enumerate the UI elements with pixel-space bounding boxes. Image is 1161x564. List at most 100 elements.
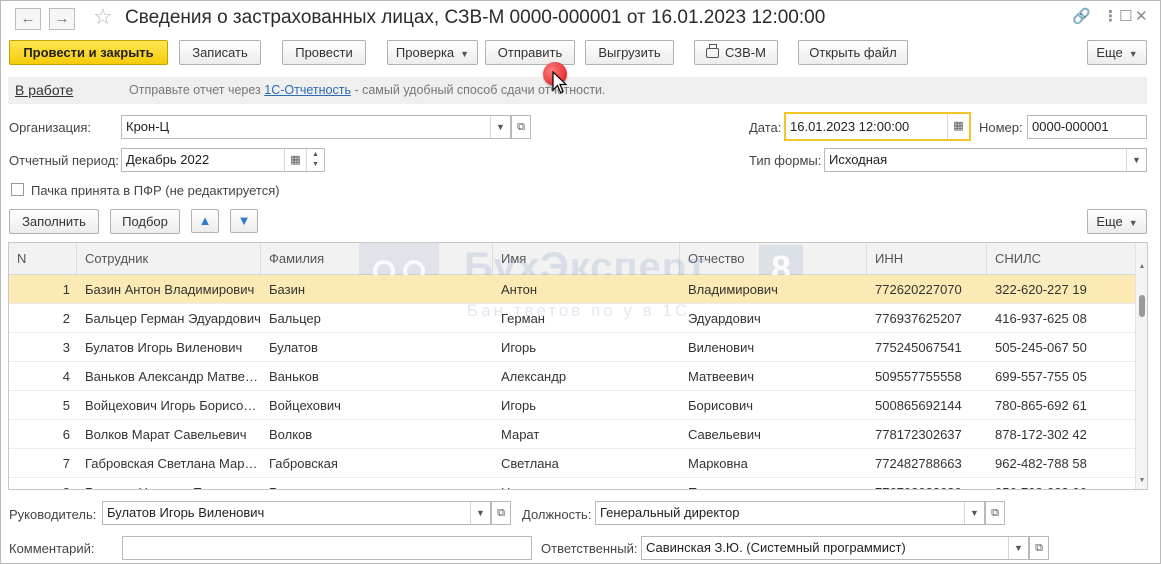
table-row[interactable]: 7 Габровская Светлана Марковна Габровская С… bbox=[9, 449, 1136, 478]
date-value: 16.01.2023 12:00:00 bbox=[790, 119, 910, 134]
open-responsible-icon[interactable]: ⧉ bbox=[1029, 536, 1049, 560]
cell-patronymic: Марковна bbox=[688, 456, 748, 471]
link-icon[interactable]: 🔗 bbox=[1072, 8, 1091, 26]
cell-employee: Базин Антон Владимирович bbox=[85, 282, 255, 297]
cell-employee: Войцехович Игорь Борисович bbox=[85, 398, 261, 413]
cell-n: 3 bbox=[62, 340, 70, 355]
open-file-button[interactable]: Открыть файл bbox=[798, 40, 908, 65]
open-head-icon[interactable]: ⧉ bbox=[491, 501, 511, 525]
more-menu-button[interactable]: Еще ▼ bbox=[1087, 40, 1147, 65]
form-type-value: Исходная bbox=[829, 152, 888, 167]
cell-employee: Бальцер Герман Эдуардович bbox=[85, 311, 261, 326]
back-button[interactable]: ← bbox=[15, 8, 41, 30]
date-field[interactable]: 16.01.2023 12:00:00 ▦ bbox=[784, 112, 971, 141]
move-up-button[interactable]: ▲ bbox=[191, 209, 219, 233]
cell-employee: Граница Наталья Петровна bbox=[77, 478, 261, 489]
table-row[interactable]: 8Граница Наталья ПетровнаГраницаНатальяП… bbox=[9, 478, 1136, 489]
organization-field[interactable]: Крон-Ц ▼ bbox=[121, 115, 511, 139]
check-menu-button[interactable]: Проверка ▼ bbox=[387, 40, 478, 65]
column-inn[interactable]: ИНН bbox=[867, 243, 987, 274]
select-button[interactable]: Подбор bbox=[110, 209, 180, 234]
table-row[interactable]: 2 Бальцер Герман Эдуардович Бальцер Герман Э… bbox=[9, 304, 1136, 333]
print-szvm-button[interactable]: СЗВ-М bbox=[694, 40, 778, 65]
number-field[interactable]: 0000-000001 bbox=[1027, 115, 1147, 139]
table-row[interactable]: 5 Войцехович Игорь Борисович Войцехович Иго… bbox=[9, 391, 1136, 420]
table-scrollbar[interactable]: ▲ ▼ bbox=[1135, 243, 1147, 489]
responsible-field[interactable]: Савинская З.Ю. (Системный программист) ▼ bbox=[641, 536, 1029, 560]
table-row[interactable]: 4 Ваньков Александр Матвеевич Ваньков Алекс… bbox=[9, 362, 1136, 391]
fill-button[interactable]: Заполнить bbox=[9, 209, 99, 234]
post-button[interactable]: Провести bbox=[282, 40, 366, 65]
reporting-link[interactable]: 1С-Отчетность bbox=[264, 83, 351, 97]
period-field[interactable]: Декабрь 2022 ▦ ▲ ▼ bbox=[121, 148, 325, 172]
move-down-button[interactable]: ▼ bbox=[230, 209, 258, 233]
open-position-icon[interactable]: ⧉ bbox=[985, 501, 1005, 525]
chevron-down-icon[interactable]: ▼ bbox=[1008, 537, 1028, 559]
position-value: Генеральный директор bbox=[600, 505, 740, 520]
cell-snils: 780-865-692 61 bbox=[995, 398, 1087, 413]
cell-inn: 772482788663 bbox=[875, 456, 962, 471]
comment-field[interactable] bbox=[122, 536, 532, 560]
accepted-checkbox[interactable] bbox=[11, 183, 24, 196]
date-label: Дата: bbox=[749, 120, 782, 135]
save-button[interactable]: Записать bbox=[179, 40, 261, 65]
post-and-close-button[interactable]: Провести и закрыть bbox=[9, 40, 168, 65]
responsible-value: Савинская З.Ю. (Системный программист) bbox=[646, 540, 906, 555]
chevron-down-icon[interactable]: ▼ bbox=[964, 502, 984, 524]
cell-lastname: Базин bbox=[269, 282, 306, 297]
send-button[interactable]: Отправить bbox=[485, 40, 575, 65]
cell-inn: 778172302637 bbox=[875, 427, 962, 442]
scroll-up-icon[interactable]: ▲ bbox=[1136, 261, 1147, 273]
form-type-select[interactable]: Исходная ▼ bbox=[824, 148, 1147, 172]
period-spinner[interactable]: ▲ ▼ bbox=[306, 149, 324, 171]
table-row[interactable]: 3 Булатов Игорь Виленович Булатов Игорь Виле… bbox=[9, 333, 1136, 362]
cell-firstname: Александр bbox=[501, 369, 567, 384]
column-snils[interactable]: СНИЛС bbox=[987, 243, 1136, 274]
more-menu-label: Еще bbox=[1096, 45, 1123, 60]
maximize-icon[interactable]: ☐ bbox=[1119, 8, 1132, 26]
cell-snils: 505-245-067 50 bbox=[995, 340, 1087, 355]
more-vertical-icon[interactable]: ⋮ bbox=[1103, 8, 1118, 26]
scroll-down-icon[interactable]: ▼ bbox=[1136, 475, 1147, 487]
cell-n: 8 bbox=[9, 478, 77, 489]
status-link[interactable]: В работе bbox=[15, 82, 73, 98]
arrow-up-icon: ▲ bbox=[198, 213, 212, 228]
cell-lastname: Булатов bbox=[269, 340, 318, 355]
calendar-icon[interactable]: ▦ bbox=[947, 114, 969, 139]
cell-patronymic: Виленович bbox=[688, 340, 755, 355]
spin-up-icon[interactable]: ▲ bbox=[312, 151, 319, 158]
export-button[interactable]: Выгрузить bbox=[585, 40, 674, 65]
column-employee[interactable]: Сотрудник bbox=[77, 243, 261, 274]
cell-patronymic: Матвеевич bbox=[688, 369, 755, 384]
cell-n: 2 bbox=[62, 311, 70, 326]
forward-button[interactable]: → bbox=[49, 8, 75, 30]
cell-snils: 962-482-788 58 bbox=[995, 456, 1087, 471]
open-organization-icon[interactable]: ⧉ bbox=[511, 115, 531, 139]
page-title: Сведения о застрахованных лицах, СЗВ-М 0… bbox=[125, 7, 826, 28]
scroll-thumb[interactable] bbox=[1139, 295, 1145, 317]
arrow-left-icon: ← bbox=[20, 10, 36, 27]
table-row[interactable]: 6 Волков Марат Савельевич Волков Марат Савел… bbox=[9, 420, 1136, 449]
spin-down-icon[interactable]: ▼ bbox=[312, 161, 319, 168]
chevron-down-icon[interactable]: ▼ bbox=[1126, 149, 1146, 171]
cell-patronymic: Петровна bbox=[680, 478, 867, 489]
calendar-icon[interactable]: ▦ bbox=[284, 149, 306, 171]
favorite-star-icon[interactable]: ☆ bbox=[93, 5, 113, 29]
cell-firstname: Марат bbox=[501, 427, 540, 442]
table-row[interactable]: 1 Базин Антон Владимирович Базин Антон Влади… bbox=[9, 275, 1136, 304]
period-value: Декабрь 2022 bbox=[126, 152, 210, 167]
chevron-down-icon[interactable]: ▼ bbox=[470, 502, 490, 524]
document-window: ← → ☆ Сведения о застрахованных лицах, С… bbox=[0, 0, 1161, 564]
table-more-button[interactable]: Еще ▼ bbox=[1087, 209, 1147, 234]
cell-n: 7 bbox=[62, 456, 70, 471]
position-field[interactable]: Генеральный директор ▼ bbox=[595, 501, 985, 525]
chevron-down-icon: ▼ bbox=[1128, 218, 1138, 228]
close-icon[interactable]: ✕ bbox=[1135, 8, 1148, 26]
column-n[interactable]: N bbox=[9, 243, 77, 274]
cell-snils: 878-172-302 42 bbox=[995, 427, 1087, 442]
cell-firstname: Светлана bbox=[501, 456, 559, 471]
head-value: Булатов Игорь Виленович bbox=[107, 505, 265, 520]
chevron-down-icon[interactable]: ▼ bbox=[490, 116, 510, 138]
head-field[interactable]: Булатов Игорь Виленович ▼ bbox=[102, 501, 491, 525]
cell-lastname: Бальцер bbox=[269, 311, 321, 326]
